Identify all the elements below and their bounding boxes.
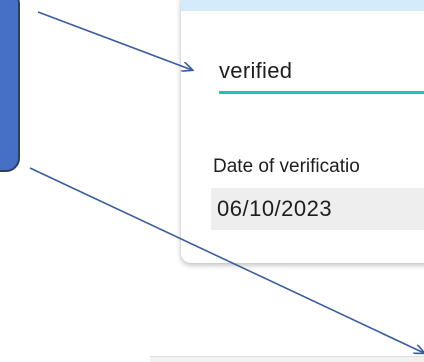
- arrow-to-status-field: [37, 11, 192, 70]
- annotation-arrows: [29, 11, 424, 361]
- arrow-to-lower-card: [29, 167, 424, 353]
